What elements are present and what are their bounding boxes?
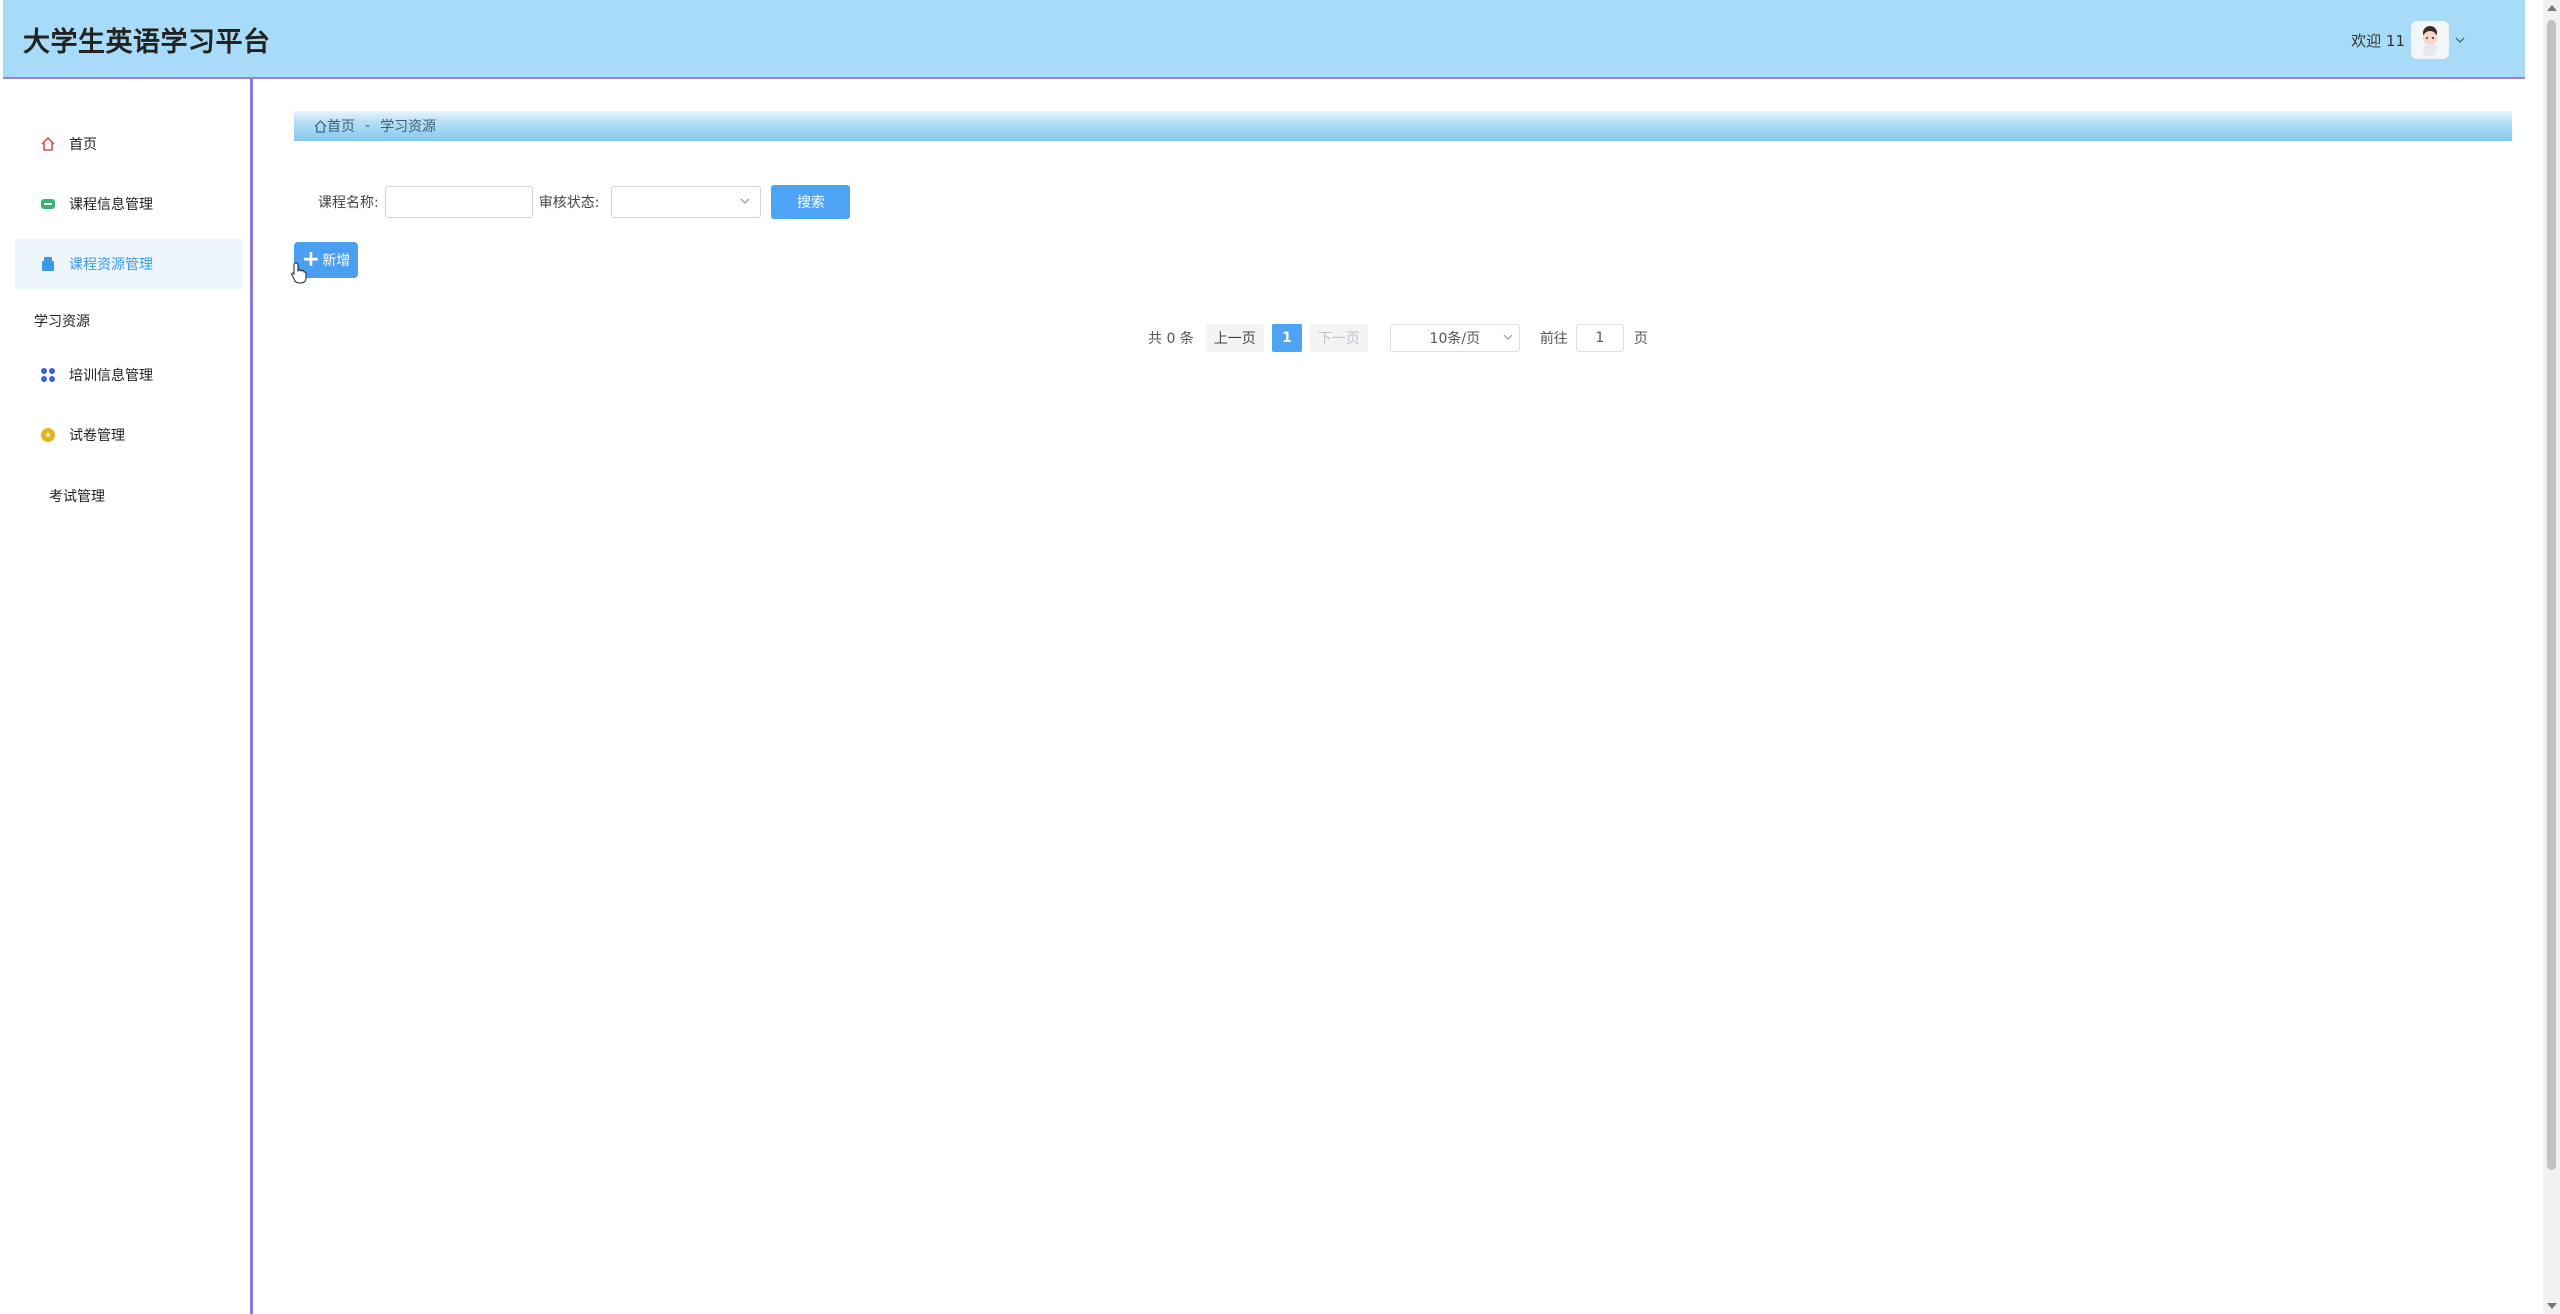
status-select[interactable] [611,186,762,218]
page-size-value: 10条/页 [1429,331,1481,347]
breadcrumb: 首页 - 学习资源 [294,111,2512,141]
hand-cursor-icon [291,262,307,284]
welcome-text: 欢迎 11 [2351,31,2405,50]
pagination-prev[interactable]: 上一页 [1205,324,1264,352]
resource-icon [39,255,57,273]
user-menu[interactable]: 欢迎 11 [2351,20,2465,60]
sidebar-item-home[interactable]: 首页 [15,119,243,169]
course-name-label: 课程名称: [318,195,379,211]
scroll-thumb[interactable] [2547,20,2556,1170]
page-size-select[interactable]: 10条/页 [1389,324,1520,352]
avatar[interactable] [2411,21,2449,59]
breadcrumb-home[interactable]: 首页 [314,116,355,136]
sidebar: 首页 课程信息管理 课程资源管理 学习资源 培训信息管理 试卷管理 考试管理 [3,79,253,1314]
sidebar-item-learning-resource[interactable]: 学习资源 [34,311,90,331]
goto-label: 前往 [1539,331,1568,347]
add-button-label: 新增 [322,253,351,269]
chevron-down-icon [1503,334,1513,340]
breadcrumb-home-label: 首页 [327,119,355,135]
scroll-up-arrow-icon[interactable] [2547,5,2557,11]
breadcrumb-current: 学习资源 [380,119,437,135]
pagination-page-1[interactable]: 1 [1271,324,1302,352]
sidebar-item-course-info[interactable]: 课程信息管理 [15,179,243,229]
home-icon [39,135,57,153]
grid-icon [39,366,57,384]
course-icon [39,195,57,213]
course-name-input[interactable] [384,186,533,218]
page-suffix: 页 [1633,331,1648,347]
sidebar-item-course-resource[interactable]: 课程资源管理 [15,239,243,289]
sidebar-item-exam[interactable]: 考试管理 [49,486,105,506]
paper-icon [39,426,57,444]
breadcrumb-separator: - [365,118,371,134]
pagination-total: 共 0 条 [1148,331,1194,347]
sidebar-item-label: 首页 [69,137,97,153]
pagination-next[interactable]: 下一页 [1309,324,1368,352]
chevron-down-icon[interactable] [2455,37,2465,43]
sidebar-item-label: 培训信息管理 [69,368,153,384]
search-button[interactable]: 搜索 [771,185,851,219]
goto-page-input[interactable]: 1 [1575,324,1624,352]
status-label: 审核状态: [538,195,600,211]
sidebar-item-label: 课程资源管理 [69,257,153,273]
avatar-image-icon [2423,26,2437,56]
sidebar-item-training-info[interactable]: 培训信息管理 [15,350,243,400]
sidebar-item-paper[interactable]: 试卷管理 [15,410,243,460]
sidebar-item-label: 试卷管理 [69,428,125,444]
search-form: 课程名称: 审核状态: 搜索 [318,184,851,220]
app-title: 大学生英语学习平台 [23,27,271,58]
sidebar-item-label: 课程信息管理 [69,197,153,213]
top-header: 大学生英语学习平台 欢迎 11 [3,0,2525,79]
page-scrollbar[interactable] [2543,0,2560,1314]
chevron-down-icon [741,198,750,204]
pagination: 共 0 条 上一页 1 下一页 10条/页 前往 1 页 [1148,322,1648,354]
home-icon [314,119,327,133]
scroll-down-arrow-icon[interactable] [2547,1303,2557,1309]
